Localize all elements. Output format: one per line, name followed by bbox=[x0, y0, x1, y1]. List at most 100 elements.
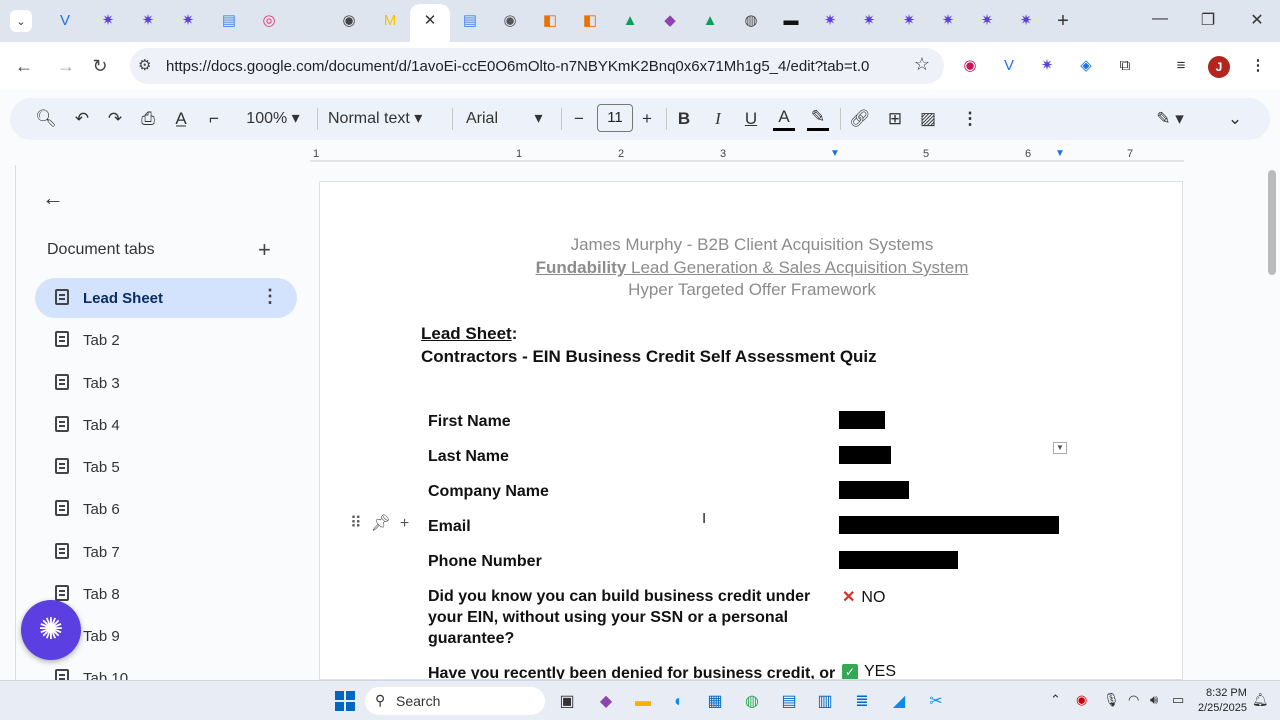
puzzle-tab-icon[interactable]: ✷ bbox=[977, 11, 997, 31]
answer-chip-no[interactable]: ✕ NO bbox=[842, 587, 885, 607]
windows-start-icon[interactable] bbox=[335, 691, 355, 711]
insert-row-icon[interactable]: + bbox=[400, 515, 409, 532]
drive-tab-icon[interactable]: ▲ bbox=[620, 11, 640, 31]
puzzle-extension-icon[interactable]: ✷ bbox=[1037, 56, 1057, 76]
close-window-icon[interactable]: ✕ bbox=[1245, 10, 1269, 30]
right-indent-marker[interactable]: ▼ bbox=[1055, 148, 1065, 159]
tray-overflow-icon[interactable]: ⌃ bbox=[1050, 692, 1061, 708]
layers-extension-icon[interactable]: ◈ bbox=[1076, 56, 1096, 76]
redo-icon[interactable]: ↷ bbox=[103, 107, 127, 131]
file-explorer-icon[interactable]: ▬ bbox=[632, 691, 654, 713]
browser-menu-icon[interactable]: ⋮ bbox=[1248, 56, 1268, 76]
back-icon[interactable]: ← bbox=[12, 54, 36, 78]
tab-3[interactable]: Tab 3 bbox=[35, 363, 297, 403]
globe-tab-icon[interactable]: ◉ bbox=[500, 11, 520, 31]
tab-7[interactable]: Tab 7 bbox=[35, 532, 297, 572]
restore-icon[interactable]: ❐ bbox=[1196, 10, 1220, 30]
drive-tab-icon[interactable]: ▲ bbox=[700, 11, 720, 31]
puzzle-tab-icon[interactable]: ✷ bbox=[178, 11, 198, 31]
system-clock[interactable]: 8:32 PM 2/25/2025 bbox=[1198, 686, 1247, 716]
calculator-icon[interactable]: ▥ bbox=[814, 691, 836, 713]
editing-mode-icon[interactable]: ✎ ▾ bbox=[1150, 107, 1190, 131]
media-control-icon[interactable]: ≡ bbox=[1171, 56, 1191, 76]
paint-format-icon[interactable]: ⌐ bbox=[202, 107, 226, 131]
puzzle-tab-icon[interactable]: ✷ bbox=[138, 11, 158, 31]
task-view-icon[interactable]: ▣ bbox=[556, 691, 578, 713]
undo-icon[interactable]: ↶ bbox=[70, 107, 94, 131]
tab-2[interactable]: Tab 2 bbox=[35, 320, 297, 360]
docs-tab-icon[interactable]: ▤ bbox=[460, 11, 480, 31]
volume-icon[interactable]: 🔊︎ bbox=[1150, 692, 1158, 708]
paragraph-style-select[interactable]: Normal text ▾ bbox=[328, 107, 440, 131]
decrease-font-size-icon[interactable]: − bbox=[569, 107, 589, 131]
profile-avatar[interactable]: J bbox=[1208, 56, 1230, 78]
notepad-icon[interactable]: ≣ bbox=[851, 691, 873, 713]
insert-image-icon[interactable]: ▨ bbox=[916, 107, 940, 131]
tray-app-icon[interactable]: ◉ bbox=[1076, 692, 1087, 708]
puzzle-tab-icon[interactable]: ✷ bbox=[859, 11, 879, 31]
tab-more-options-icon[interactable]: ⋮ bbox=[261, 286, 279, 307]
copilot-icon[interactable]: ◆ bbox=[595, 691, 617, 713]
left-indent-marker[interactable]: ▼ bbox=[830, 148, 840, 159]
extensions-puzzle-icon[interactable]: ⧉ bbox=[1115, 56, 1135, 76]
minimize-icon[interactable]: — bbox=[1148, 10, 1172, 28]
table-dropdown-icon[interactable]: ▼ bbox=[1053, 442, 1067, 454]
office-tab-icon[interactable]: ◧ bbox=[580, 11, 600, 31]
puzzle-tab-icon[interactable]: ✷ bbox=[899, 11, 919, 31]
add-comment-icon[interactable]: ⊞ bbox=[883, 107, 907, 131]
add-tab-icon[interactable]: + bbox=[258, 237, 271, 263]
store-icon[interactable]: ▦ bbox=[704, 691, 726, 713]
address-bar[interactable]: ⚙ https://docs.google.com/document/d/1av… bbox=[130, 48, 944, 84]
tab-10[interactable]: Tab 10 bbox=[35, 658, 297, 680]
tab-lead-sheet[interactable]: Lead Sheet ⋮ bbox=[35, 278, 297, 318]
docs-tab-icon[interactable]: ▤ bbox=[219, 11, 239, 31]
office-tab-icon[interactable]: ◧ bbox=[540, 11, 560, 31]
puzzle-tab-icon[interactable]: ✷ bbox=[820, 11, 840, 31]
reload-icon[interactable]: ↻ bbox=[88, 54, 112, 78]
text-color-icon[interactable]: A bbox=[773, 107, 795, 131]
more-options-icon[interactable]: ⋮ bbox=[958, 107, 982, 131]
spellcheck-icon[interactable]: A̲ bbox=[169, 107, 193, 131]
app-icon[interactable]: ◢ bbox=[888, 691, 910, 713]
globe-tab-icon[interactable]: ◉ bbox=[339, 11, 359, 31]
edge-icon[interactable]: ◐ bbox=[668, 691, 690, 713]
new-tab-icon[interactable]: + bbox=[1053, 11, 1073, 31]
hide-menus-icon[interactable]: ⌄ bbox=[1223, 107, 1247, 131]
vee-extension-icon[interactable]: V bbox=[999, 56, 1019, 76]
extension-icon[interactable]: ◉ bbox=[960, 56, 980, 76]
wifi-icon[interactable]: ◠ bbox=[1128, 692, 1139, 708]
italic-icon[interactable]: I bbox=[707, 107, 729, 131]
pin-icon[interactable]: 📌︎ bbox=[371, 515, 391, 532]
copilot-tab-icon[interactable]: ◆ bbox=[660, 11, 680, 31]
forward-icon[interactable]: → bbox=[54, 54, 78, 78]
vee-tab-icon[interactable]: V bbox=[55, 11, 75, 31]
chrome-tab-icon[interactable]: ◍ bbox=[741, 11, 761, 31]
font-size-input[interactable]: 11 bbox=[597, 104, 633, 132]
insert-link-icon[interactable]: 🔗︎ bbox=[848, 107, 872, 131]
snipping-tool-icon[interactable]: ✂ bbox=[925, 691, 947, 713]
back-arrow-icon[interactable]: ← bbox=[42, 185, 64, 211]
zoom-select[interactable]: 100% ▾ bbox=[238, 107, 308, 131]
ai-assistant-button[interactable]: ✺ bbox=[21, 600, 81, 660]
increase-font-size-icon[interactable]: + bbox=[637, 107, 657, 131]
drag-handle-icon[interactable]: ⠿ bbox=[350, 515, 362, 532]
notifications-icon[interactable]: 🔔︎ bbox=[1252, 692, 1269, 708]
close-tab-icon[interactable]: ✕ bbox=[420, 11, 440, 31]
document-page[interactable]: James Murphy - B2B Client Acquisition Sy… bbox=[319, 181, 1183, 680]
media-tab-icon[interactable]: ▬ bbox=[781, 11, 801, 31]
chrome-icon[interactable]: ◍ bbox=[741, 691, 763, 713]
bookmark-star-icon[interactable]: ☆ bbox=[914, 54, 930, 75]
puzzle-tab-icon[interactable]: ✷ bbox=[1016, 11, 1036, 31]
site-info-icon[interactable]: ⚙ bbox=[138, 56, 151, 74]
tab-4[interactable]: Tab 4 bbox=[35, 405, 297, 445]
puzzle-tab-icon[interactable]: ✷ bbox=[938, 11, 958, 31]
print-icon[interactable]: ⎙ bbox=[136, 107, 160, 131]
font-family-select[interactable]: Arial ▾ bbox=[466, 107, 550, 131]
instagram-tab-icon[interactable]: ◎ bbox=[259, 11, 279, 31]
vertical-scrollbar[interactable] bbox=[1268, 170, 1276, 275]
underline-icon[interactable]: U bbox=[740, 107, 762, 131]
app-icon[interactable]: ▤ bbox=[778, 691, 800, 713]
taskbar-search[interactable]: ⚲ Search bbox=[365, 687, 545, 715]
row-drag-controls[interactable]: ⠿ 📌︎ + bbox=[350, 513, 409, 533]
m-tab-icon[interactable]: M bbox=[380, 11, 400, 31]
